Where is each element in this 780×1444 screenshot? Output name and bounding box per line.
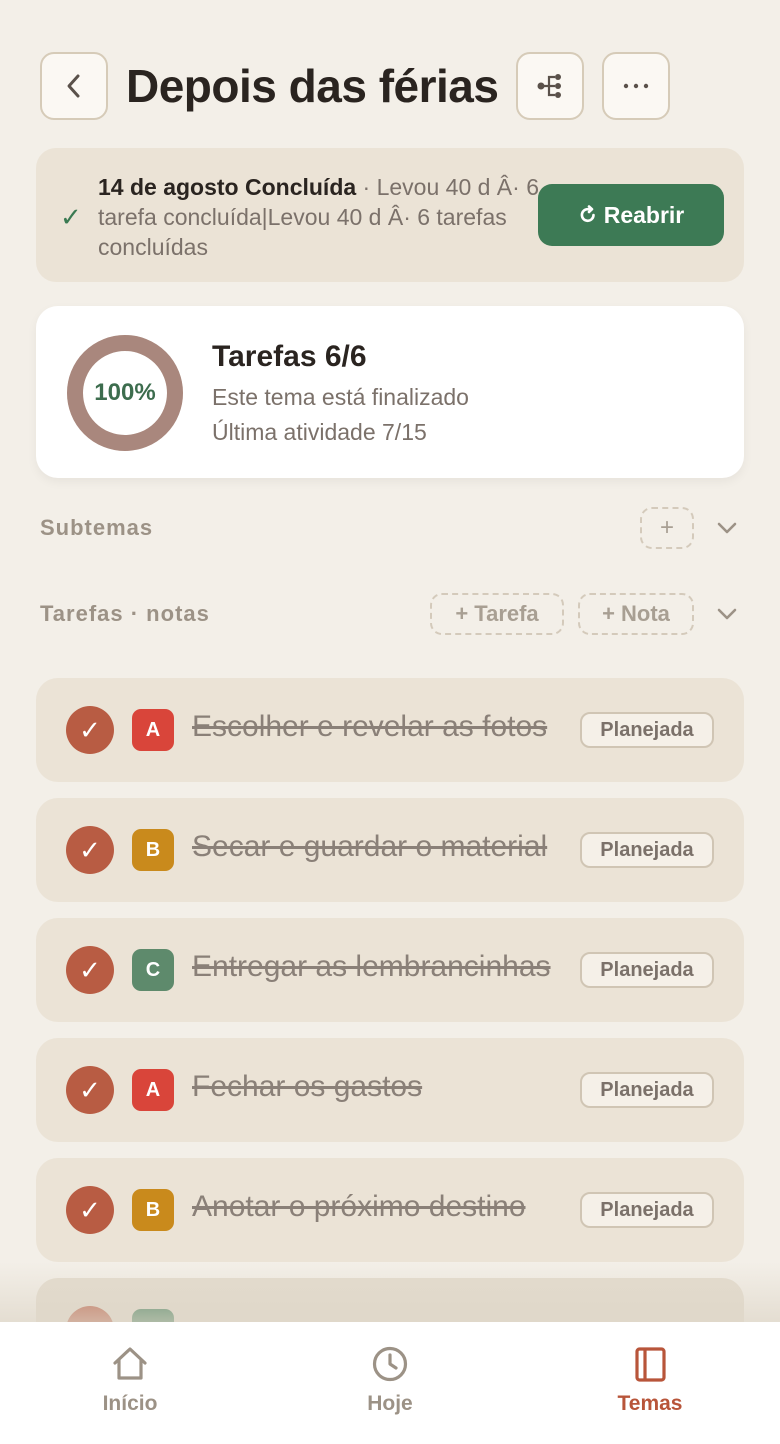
status-badge[interactable]: Planejada [580,1072,714,1108]
reopen-icon [580,205,595,223]
task-row[interactable]: ✓ A Escolher e revelar as fotos Planejad… [36,678,744,782]
tab-themes-label: Temas [617,1392,683,1415]
completion-banner: ✓ 14 de agosto Concluída · Levou 40 d Â·… [36,148,744,282]
status-badge[interactable]: Planejada [580,832,714,868]
hierarchy-button[interactable] [516,52,585,120]
task-done-checkbox[interactable]: ✓ [66,826,114,874]
subthemes-collapse-toggle[interactable] [710,521,744,535]
home-icon [113,1347,147,1380]
tab-today-label: Hoje [367,1392,413,1415]
book-icon [635,1347,666,1382]
status-badge[interactable]: Planejada [580,1192,714,1228]
progress-subtitle: Este tema está finalizado [212,384,469,410]
task-title: Entregar as lembrancinhas [192,950,551,983]
progress-title: Tarefas 6/6 [212,340,367,373]
tasks-collapse-toggle[interactable] [710,607,744,621]
task-done-checkbox[interactable]: ✓ [66,706,114,754]
chevron-down-icon [717,522,737,534]
tab-home-label: Início [102,1392,158,1415]
check-icon: ✓ [60,202,82,232]
status-badge[interactable]: Planejada [580,952,714,988]
tasks-header: Tarefas · notas + Tarefa + Nota [40,592,744,636]
task-title: Fechar os gastos [192,1070,423,1103]
tasks-label: Tarefas · notas [40,601,210,626]
tab-home[interactable]: Início [0,1322,260,1444]
task-row[interactable]: ✓ B Secar e guardar o material Planejada [36,798,744,902]
task-done-checkbox[interactable]: ✓ [66,946,114,994]
priority-badge: B [132,1189,174,1231]
task-title: Anotar o próximo destino [192,1190,526,1223]
task-row[interactable]: ✓ A Fechar os gastos Planejada [36,1038,744,1142]
task-title: Secar e guardar o material [192,830,548,863]
status-badge[interactable]: Planejada [580,712,714,748]
priority-badge: C [132,949,174,991]
more-button[interactable] [602,52,671,120]
task-row[interactable]: ✓ C Entregar as lembrancinhas Planejada [36,918,744,1022]
priority-badge: B [132,829,174,871]
back-button[interactable] [40,52,108,120]
subthemes-header: Subtemas + [40,506,744,550]
completion-date-status: 14 de agosto Concluída [98,174,357,200]
add-subtheme-button[interactable]: + [640,507,694,549]
chevron-down-icon [717,608,737,620]
subthemes-label: Subtemas [40,515,154,540]
tab-today[interactable]: Hoje [260,1322,520,1444]
task-done-checkbox[interactable]: ✓ [66,1186,114,1234]
bottom-tab-bar: Início Hoje Temas [0,1322,780,1444]
task-title: Escolher e revelar as fotos [192,710,548,743]
progress-percent: 100% [94,379,156,406]
page-title: Depois das férias [126,60,499,112]
last-activity: Última atividade 7/15 [212,419,427,445]
add-note-button[interactable]: + Nota [578,593,694,635]
clock-icon [372,1346,408,1382]
task-done-checkbox[interactable]: ✓ [66,1066,114,1114]
reopen-button[interactable]: Reabrir [538,184,724,246]
task-row[interactable]: ✓ B Anotar o próximo destino Planejada [36,1158,744,1262]
priority-badge: A [132,1069,174,1111]
add-task-button[interactable]: + Tarefa [430,593,564,635]
tab-themes[interactable]: Temas [520,1322,780,1444]
hierarchy-icon [537,74,562,98]
reopen-label: Reabrir [603,201,685,228]
completion-text: 14 de agosto Concluída · Levou 40 d Â· 6… [98,172,548,262]
ellipsis-icon [624,83,649,89]
priority-badge: A [132,709,174,751]
chevron-left-icon [67,74,80,98]
progress-card: 100% Tarefas 6/6 Este tema está finaliza… [36,306,744,478]
header: Depois das férias [40,52,740,120]
